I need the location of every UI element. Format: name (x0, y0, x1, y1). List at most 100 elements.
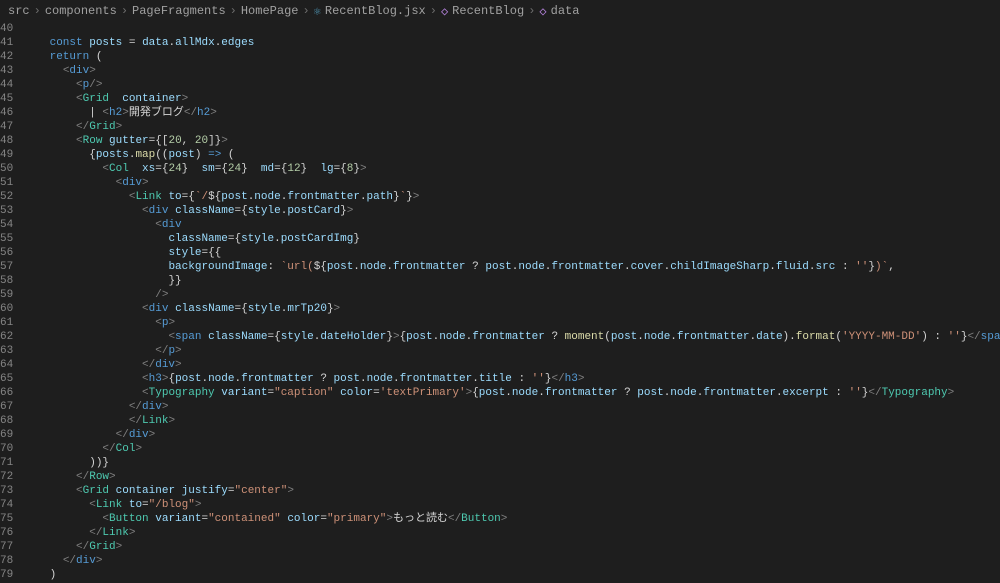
code-line[interactable]: </Row> (23, 470, 1000, 484)
react-file-icon: ⚛ (314, 4, 321, 19)
code-editor[interactable]: 4041424344454647484950515253545556575859… (0, 22, 1000, 583)
code-line[interactable]: style={{ (23, 246, 1000, 260)
code-line[interactable]: </Link> (23, 526, 1000, 540)
code-line[interactable]: <Link to={`/${post.node.frontmatter.path… (23, 190, 1000, 204)
breadcrumb-segment[interactable]: PageFragments (132, 4, 226, 18)
code-line[interactable]: <p/> (23, 78, 1000, 92)
chevron-right-icon: › (430, 4, 437, 18)
chevron-right-icon: › (121, 4, 128, 18)
code-line[interactable]: }} (23, 274, 1000, 288)
code-line[interactable] (23, 22, 1000, 36)
code-line[interactable]: <p> (23, 316, 1000, 330)
line-number: 63 (0, 344, 13, 358)
breadcrumb[interactable]: src › components › PageFragments › HomeP… (0, 0, 1000, 22)
line-number: 52 (0, 190, 13, 204)
code-line[interactable]: const posts = data.allMdx.edges (23, 36, 1000, 50)
chevron-right-icon: › (34, 4, 41, 18)
code-line[interactable]: </Link> (23, 414, 1000, 428)
code-line[interactable]: <div> (23, 176, 1000, 190)
code-line[interactable]: <Typography variant="caption" color='tex… (23, 386, 1000, 400)
code-line[interactable]: /> (23, 288, 1000, 302)
code-line[interactable]: </Col> (23, 442, 1000, 456)
line-number: 49 (0, 148, 13, 162)
line-number: 46 (0, 106, 13, 120)
code-line[interactable]: <Link to="/blog"> (23, 498, 1000, 512)
code-line[interactable]: <div className={style.mrTp20}> (23, 302, 1000, 316)
code-line[interactable]: <div (23, 218, 1000, 232)
line-number: 43 (0, 64, 13, 78)
code-line[interactable]: <Grid container> (23, 92, 1000, 106)
line-number: 64 (0, 358, 13, 372)
line-number: 55 (0, 232, 13, 246)
code-line[interactable]: </div> (23, 400, 1000, 414)
code-line[interactable]: <Button variant="contained" color="prima… (23, 512, 1000, 526)
line-number: 56 (0, 246, 13, 260)
line-number: 40 (0, 22, 13, 36)
breadcrumb-symbol[interactable]: data (551, 4, 580, 18)
code-line[interactable]: <Col xs={24} sm={24} md={12} lg={8}> (23, 162, 1000, 176)
line-number: 76 (0, 526, 13, 540)
breadcrumb-file[interactable]: RecentBlog.jsx (325, 4, 426, 18)
line-number-gutter: 4041424344454647484950515253545556575859… (0, 22, 23, 583)
code-line[interactable]: </div> (23, 428, 1000, 442)
breadcrumb-segment[interactable]: src (8, 4, 30, 18)
line-number: 51 (0, 176, 13, 190)
chevron-right-icon: › (302, 4, 309, 18)
code-line[interactable]: {posts.map((post) => ( (23, 148, 1000, 162)
line-number: 45 (0, 92, 13, 106)
symbol-icon: ◇ (441, 4, 448, 19)
line-number: 69 (0, 428, 13, 442)
code-line[interactable]: <Row gutter={[20, 20]}> (23, 134, 1000, 148)
code-line[interactable]: ) (23, 568, 1000, 582)
code-line[interactable]: </Grid> (23, 120, 1000, 134)
code-line[interactable]: <div className={style.postCard}> (23, 204, 1000, 218)
line-number: 59 (0, 288, 13, 302)
code-line[interactable]: <h3>{post.node.frontmatter ? post.node.f… (23, 372, 1000, 386)
line-number: 79 (0, 568, 13, 582)
code-line[interactable]: backgroundImage: `url(${post.node.frontm… (23, 260, 1000, 274)
line-number: 48 (0, 134, 13, 148)
breadcrumb-segment[interactable]: HomePage (241, 4, 299, 18)
code-line[interactable]: return ( (23, 50, 1000, 64)
code-line[interactable]: </div> (23, 554, 1000, 568)
code-line[interactable]: <span className={style.dateHolder}>{post… (23, 330, 1000, 344)
line-number: 75 (0, 512, 13, 526)
line-number: 50 (0, 162, 13, 176)
code-line[interactable]: </div> (23, 358, 1000, 372)
line-number: 44 (0, 78, 13, 92)
code-area[interactable]: const posts = data.allMdx.edges return (… (23, 22, 1000, 583)
line-number: 77 (0, 540, 13, 554)
code-line[interactable]: </Grid> (23, 540, 1000, 554)
line-number: 58 (0, 274, 13, 288)
line-number: 47 (0, 120, 13, 134)
line-number: 41 (0, 36, 13, 50)
line-number: 73 (0, 484, 13, 498)
code-line[interactable]: | <h2>開発ブログ</h2> (23, 106, 1000, 120)
line-number: 65 (0, 372, 13, 386)
breadcrumb-symbol[interactable]: RecentBlog (452, 4, 524, 18)
line-number: 54 (0, 218, 13, 232)
line-number: 72 (0, 470, 13, 484)
line-number: 78 (0, 554, 13, 568)
line-number: 66 (0, 386, 13, 400)
code-line[interactable]: ))} (23, 456, 1000, 470)
breadcrumb-segment[interactable]: components (45, 4, 117, 18)
line-number: 71 (0, 456, 13, 470)
line-number: 60 (0, 302, 13, 316)
line-number: 70 (0, 442, 13, 456)
line-number: 62 (0, 330, 13, 344)
line-number: 42 (0, 50, 13, 64)
chevron-right-icon: › (528, 4, 535, 18)
symbol-icon: ◇ (539, 4, 546, 19)
line-number: 67 (0, 400, 13, 414)
code-line[interactable]: </p> (23, 344, 1000, 358)
line-number: 74 (0, 498, 13, 512)
line-number: 68 (0, 414, 13, 428)
chevron-right-icon: › (230, 4, 237, 18)
code-line[interactable]: <Grid container justify="center"> (23, 484, 1000, 498)
line-number: 57 (0, 260, 13, 274)
line-number: 61 (0, 316, 13, 330)
line-number: 53 (0, 204, 13, 218)
code-line[interactable]: <div> (23, 64, 1000, 78)
code-line[interactable]: className={style.postCardImg} (23, 232, 1000, 246)
